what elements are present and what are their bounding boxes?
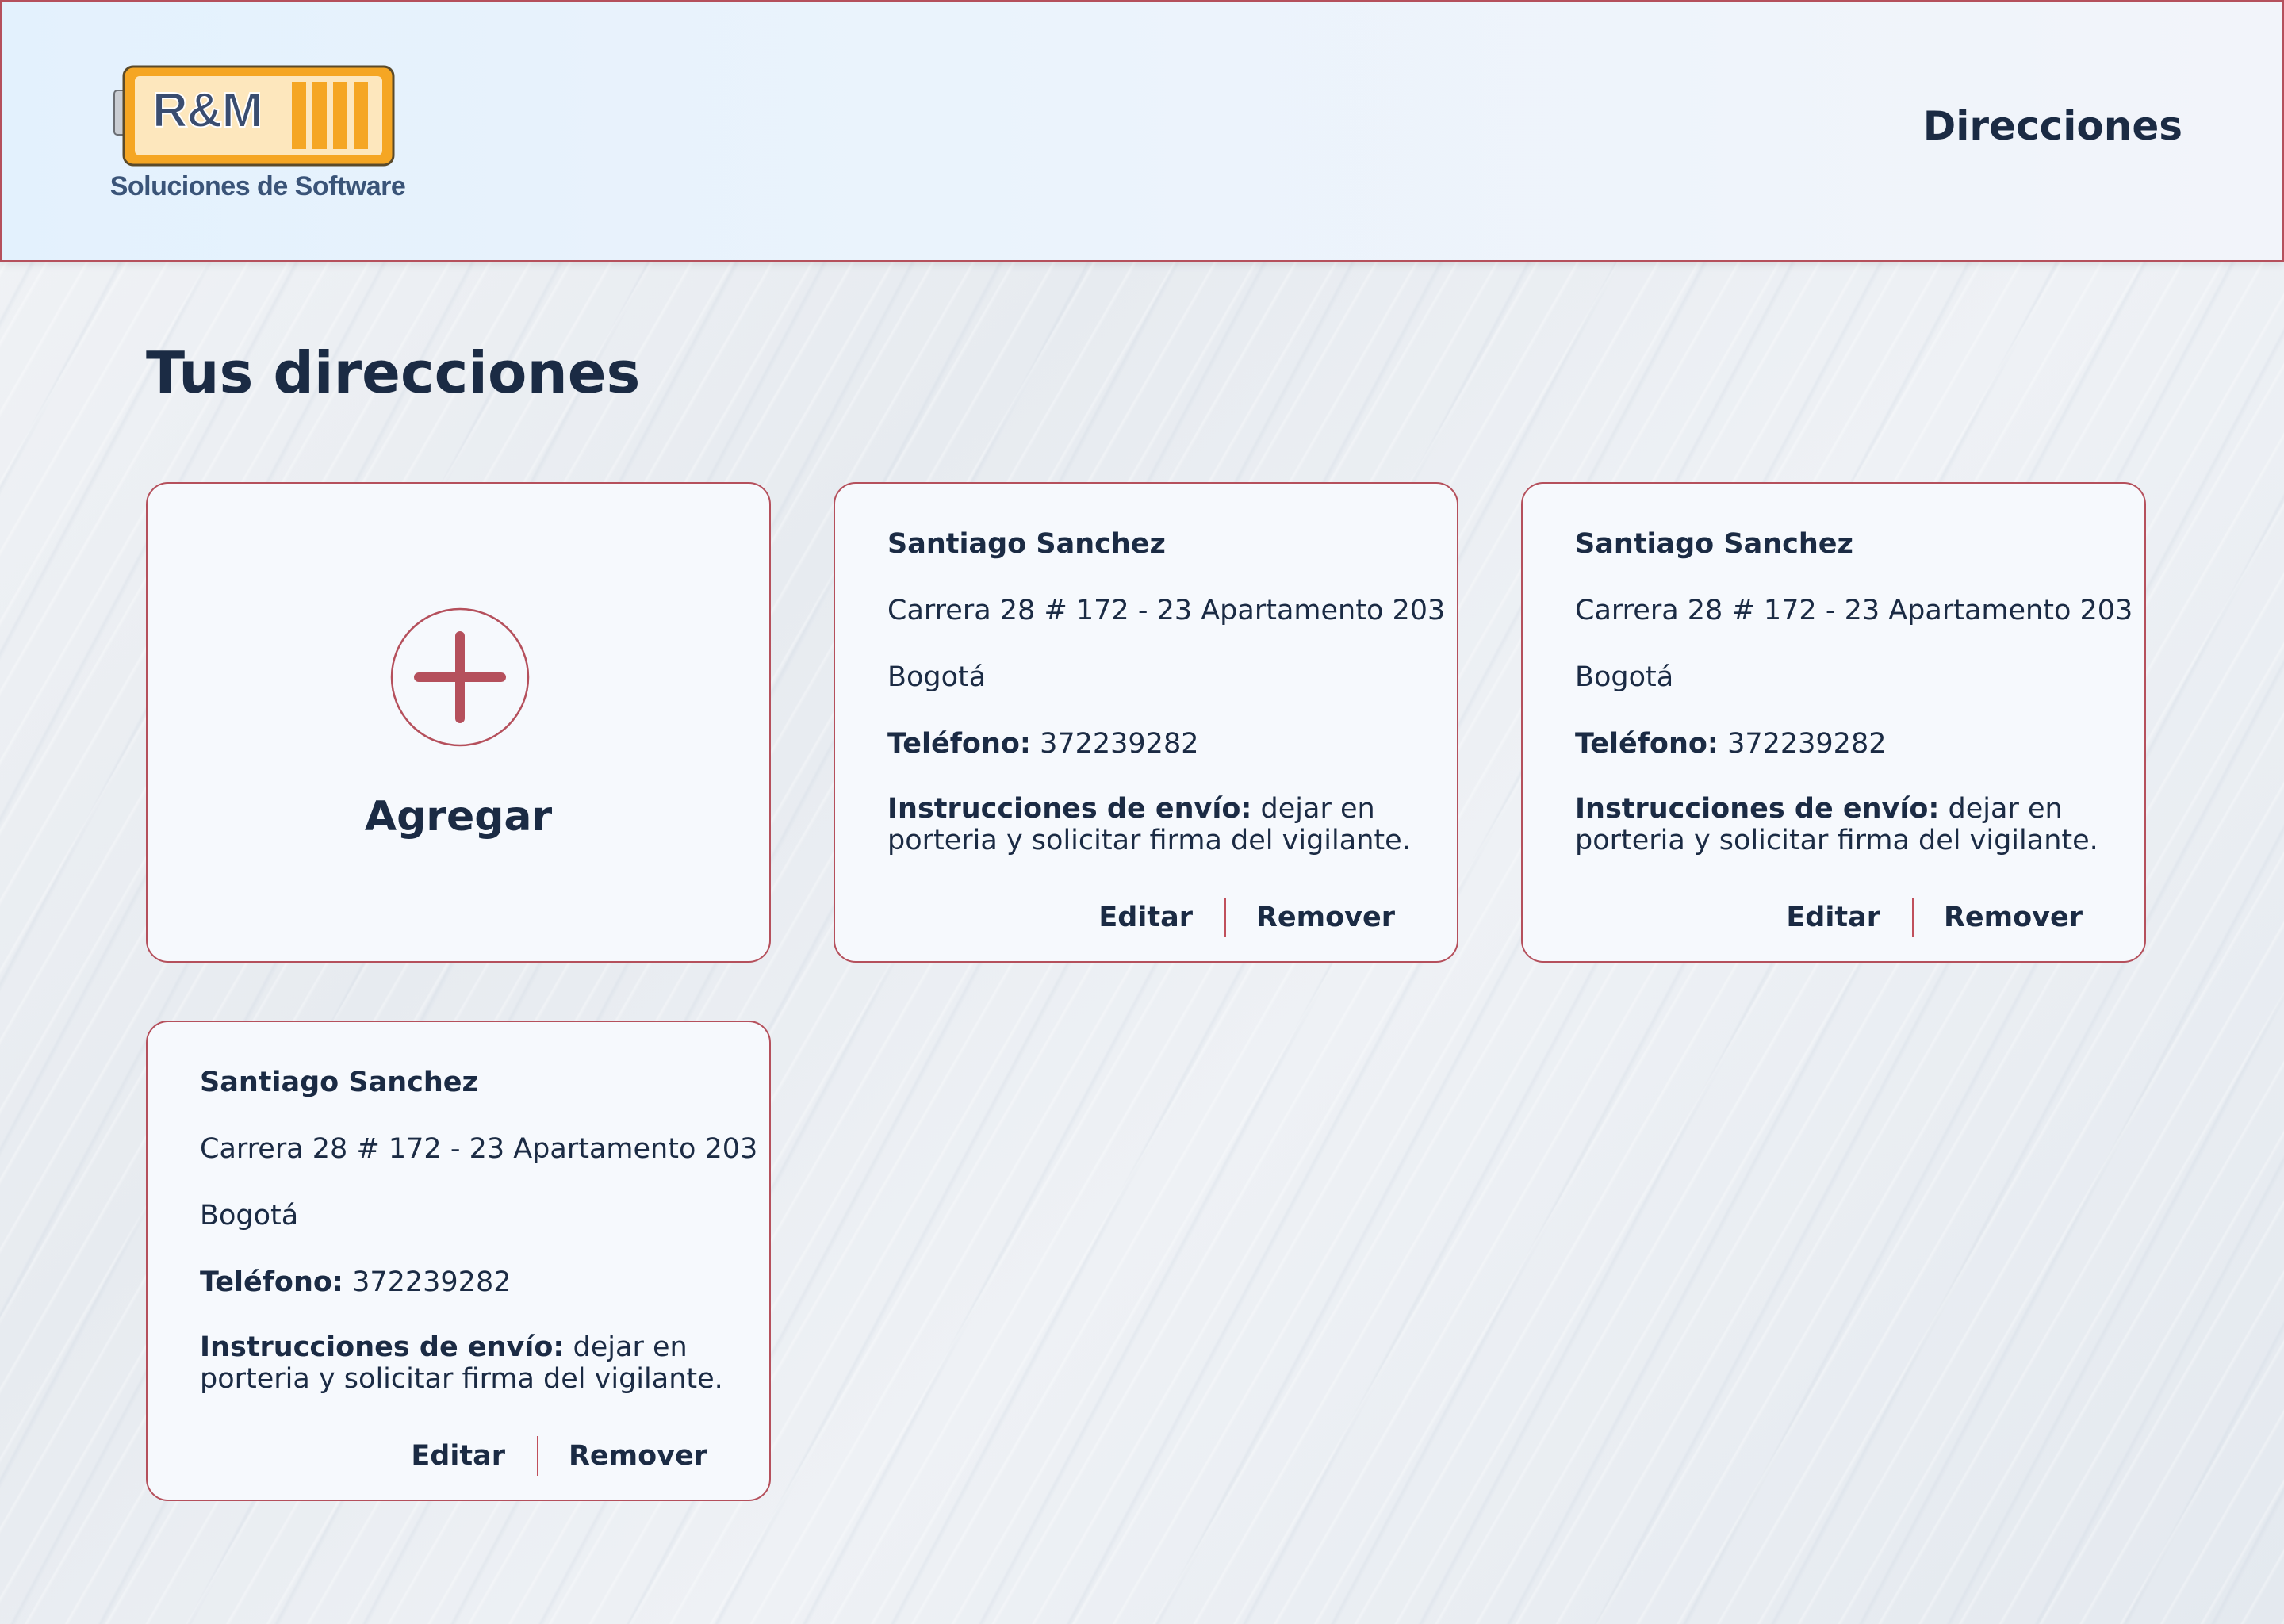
phone-label: Teléfono: <box>1575 728 1719 760</box>
address-card: Santiago Sanchez Carrera 28 # 172 - 23 A… <box>834 482 1458 963</box>
address-card: Santiago Sanchez Carrera 28 # 172 - 23 A… <box>146 1021 771 1501</box>
instructions-label: Instrucciones de envío: <box>887 793 1252 825</box>
phone-value: 372239282 <box>1727 728 1887 760</box>
actions-divider <box>536 1436 538 1476</box>
edit-button[interactable]: Editar <box>1786 902 1880 933</box>
actions-divider <box>1224 898 1226 937</box>
address-street: Carrera 28 # 172 - 23 Apartamento 203 <box>1575 595 2133 626</box>
shipping-instructions: Instrucciones de envío: dejar en porteri… <box>887 793 1435 856</box>
address-actions: Editar Remover <box>411 1436 707 1476</box>
address-city: Bogotá <box>200 1200 299 1231</box>
page-title: Tus direcciones <box>146 339 641 406</box>
address-street: Carrera 28 # 172 - 23 Apartamento 203 <box>200 1133 758 1165</box>
instructions-label: Instrucciones de envío: <box>200 1331 565 1363</box>
shipping-instructions: Instrucciones de envío: dejar en porteri… <box>200 1331 747 1395</box>
edit-button[interactable]: Editar <box>1098 902 1193 933</box>
remove-button[interactable]: Remover <box>1944 902 2083 933</box>
phone-label: Teléfono: <box>887 728 1031 760</box>
add-address-label: Agregar <box>364 793 553 841</box>
address-phone: Teléfono: 372239282 <box>200 1266 512 1298</box>
address-actions: Editar Remover <box>1098 898 1395 937</box>
recipient-name: Santiago Sanchez <box>887 528 1166 560</box>
address-card: Santiago Sanchez Carrera 28 # 172 - 23 A… <box>1521 482 2146 963</box>
edit-button[interactable]: Editar <box>411 1440 505 1472</box>
address-actions: Editar Remover <box>1786 898 2083 937</box>
logo-caption: Soluciones de Software <box>109 171 406 201</box>
phone-value: 372239282 <box>352 1266 512 1298</box>
address-phone: Teléfono: 372239282 <box>887 728 1199 760</box>
address-city: Bogotá <box>1575 661 1674 693</box>
address-street: Carrera 28 # 172 - 23 Apartamento 203 <box>887 595 1446 626</box>
remove-button[interactable]: Remover <box>569 1440 707 1472</box>
add-address-card[interactable]: Agregar <box>146 482 771 963</box>
shipping-instructions: Instrucciones de envío: dejar en porteri… <box>1575 793 2122 856</box>
address-city: Bogotá <box>887 661 987 693</box>
company-logo[interactable]: R&M Soluciones de Software <box>103 59 412 209</box>
recipient-name: Santiago Sanchez <box>200 1067 478 1098</box>
logo-text: R&M <box>151 82 263 139</box>
top-header: R&M Soluciones de Software Direcciones <box>0 0 2284 262</box>
phone-value: 372239282 <box>1040 728 1199 760</box>
phone-label: Teléfono: <box>200 1266 343 1298</box>
header-title: Direcciones <box>1922 103 2182 149</box>
remove-button[interactable]: Remover <box>1256 902 1395 933</box>
actions-divider <box>1911 898 1914 937</box>
address-phone: Teléfono: 372239282 <box>1575 728 1887 760</box>
plus-circle-icon <box>390 607 530 747</box>
instructions-label: Instrucciones de envío: <box>1575 793 1940 825</box>
recipient-name: Santiago Sanchez <box>1575 528 1853 560</box>
